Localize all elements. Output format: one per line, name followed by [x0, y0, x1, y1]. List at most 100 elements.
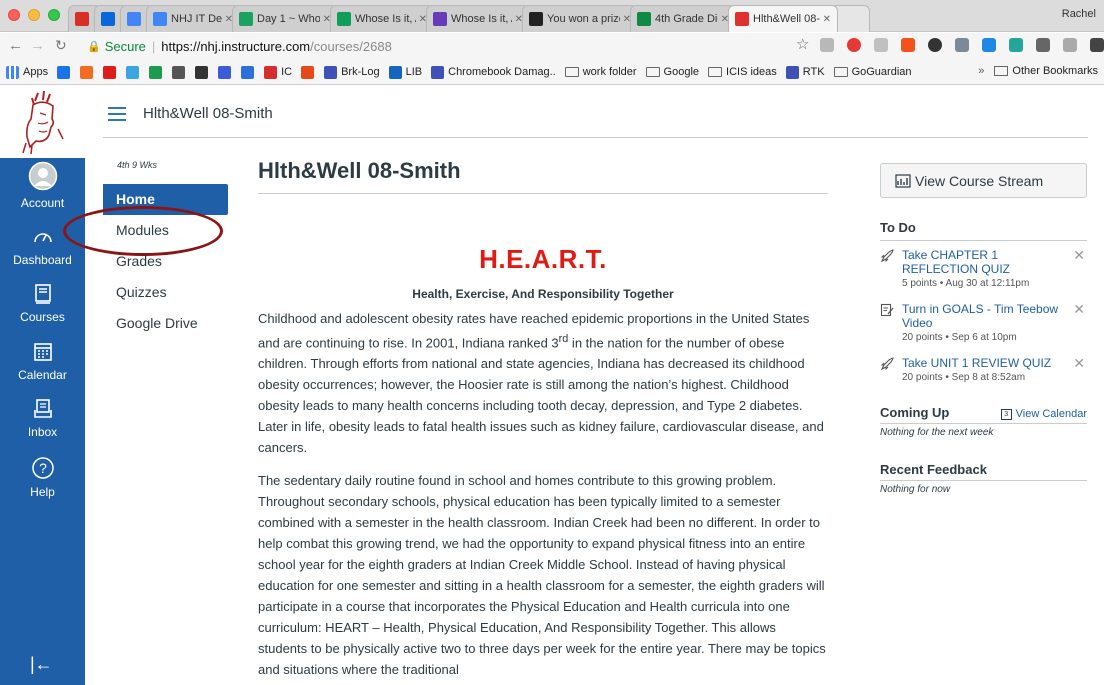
dashboard-icon: [0, 226, 85, 251]
recent-feedback-heading: Recent Feedback: [880, 462, 1087, 481]
superscript: rd: [558, 333, 569, 345]
bookmark-item[interactable]: work folder: [564, 66, 637, 78]
todo-link[interactable]: Take UNIT 1 REVIEW QUIZ: [902, 356, 1062, 370]
rocket-icon: [880, 249, 894, 263]
bookmark-item[interactable]: [80, 65, 97, 79]
extension-icon[interactable]: [1009, 38, 1023, 52]
back-button[interactable]: ←: [8, 37, 23, 54]
view-course-stream-button[interactable]: View Course Stream: [880, 163, 1087, 198]
right-sidebar: View Course Stream To Do Take CHAPTER 1 …: [880, 163, 1087, 495]
browser-tab[interactable]: Whose Is it, An✕: [330, 5, 434, 32]
hamburger-menu-icon[interactable]: [108, 107, 126, 121]
todo-link[interactable]: Take CHAPTER 1 REFLECTION QUIZ: [902, 248, 1062, 276]
close-tab-icon[interactable]: ✕: [823, 14, 831, 25]
main-content: Hlth&Well 08-Smith H.E.A.R.T. Health, Ex…: [258, 158, 828, 680]
todo-meta: 5 points • Aug 30 at 12:11pm: [902, 278, 1030, 289]
course-nav-home[interactable]: Home: [103, 184, 228, 215]
school-logo[interactable]: [0, 86, 85, 158]
browser-tab[interactable]: Day 1 ~ Whose✕: [232, 5, 338, 32]
extension-icon[interactable]: [847, 38, 861, 52]
dismiss-todo-icon[interactable]: ✕: [1073, 355, 1085, 372]
inbox-icon: [0, 398, 85, 423]
bookmark-star-icon[interactable]: ☆: [796, 35, 809, 53]
window-minimize-button[interactable]: [28, 9, 40, 21]
global-nav-calendar[interactable]: Calendar: [0, 341, 85, 382]
browser-tab[interactable]: Hlth&Well 08-S✕: [728, 5, 838, 32]
bookmark-item[interactable]: [218, 65, 235, 79]
bookmark-item[interactable]: RTK: [785, 65, 825, 79]
dismiss-todo-icon[interactable]: ✕: [1073, 301, 1085, 318]
view-calendar-link[interactable]: 3 View Calendar: [1000, 408, 1087, 420]
bookmark-item[interactable]: Apps: [6, 65, 49, 79]
bookmark-item[interactable]: Google: [645, 66, 699, 78]
profile-name[interactable]: Rachel: [1062, 8, 1096, 20]
course-nav-quizzes[interactable]: Quizzes: [103, 277, 228, 308]
bookmark-item[interactable]: [301, 65, 318, 79]
bookmark-item[interactable]: [126, 65, 143, 79]
global-nav-help[interactable]: ? Help: [0, 456, 85, 499]
extension-icon[interactable]: [820, 38, 834, 52]
window-maximize-button[interactable]: [48, 9, 60, 21]
todo-heading: To Do: [880, 220, 1087, 241]
extension-icon[interactable]: [1063, 38, 1077, 52]
bookmark-item[interactable]: Brk-Log: [324, 65, 380, 79]
todo-link[interactable]: Turn in GOALS - Tim Teebow Video: [902, 302, 1062, 330]
extension-icon[interactable]: [1090, 38, 1104, 52]
other-bookmarks[interactable]: » Other Bookmarks: [978, 65, 1098, 77]
bookmark-item[interactable]: ICIS ideas: [708, 66, 777, 78]
breadcrumb[interactable]: Hlth&Well 08-Smith: [143, 105, 273, 122]
extension-icon[interactable]: [955, 38, 969, 52]
account-icon: [0, 161, 85, 194]
address-bar[interactable]: 🔒 Secure | https://nhj.instructure.com/c…: [87, 36, 818, 57]
browser-tab[interactable]: NHJ IT Departm✕: [146, 5, 240, 32]
browser-tab[interactable]: 4th Grade Digi✕: [630, 5, 736, 32]
collapse-nav-icon[interactable]: |←: [30, 654, 53, 675]
global-nav-inbox[interactable]: Inbox: [0, 398, 85, 439]
bookmark-item[interactable]: [57, 65, 74, 79]
svg-text:?: ?: [39, 460, 47, 476]
global-nav-label: Inbox: [27, 425, 58, 439]
course-nav-grades[interactable]: Grades: [103, 246, 228, 277]
course-navigation: 4th 9 Wks Home Modules Grades Quizzes Google…: [103, 158, 228, 339]
recent-feedback-empty: Nothing for now: [880, 484, 951, 495]
docs-icon: [153, 12, 167, 26]
bookmark-item[interactable]: [195, 65, 212, 79]
extension-icon[interactable]: [928, 38, 942, 52]
rocket-icon: [880, 357, 894, 371]
extension-icon[interactable]: [1036, 38, 1050, 52]
bookmark-item[interactable]: GoGuardian: [833, 66, 912, 78]
extension-icon[interactable]: [982, 38, 996, 52]
bookmark-favicon-icon: [172, 65, 186, 79]
global-nav-label: Help: [30, 485, 55, 499]
course-nav-modules[interactable]: Modules: [103, 215, 228, 246]
extension-icon[interactable]: [901, 38, 915, 52]
bookmark-item[interactable]: Chromebook Damag..: [431, 65, 556, 79]
bookmark-item[interactable]: [241, 65, 258, 79]
global-nav-dashboard[interactable]: Dashboard: [0, 226, 85, 267]
browser-tab[interactable]: Whose Is it, An✕: [426, 5, 530, 32]
courses-icon: [0, 283, 85, 308]
intro-paragraph: Childhood and adolescent obesity rates h…: [258, 308, 828, 458]
forward-button[interactable]: →: [30, 37, 45, 54]
window-close-button[interactable]: [8, 9, 20, 21]
extension-icon[interactable]: [874, 38, 888, 52]
browser-tab[interactable]: You won a prize ✕: [522, 5, 638, 32]
global-nav-label: Account: [20, 196, 65, 210]
global-nav-account[interactable]: Account: [0, 161, 85, 210]
bookmark-label: Apps: [23, 66, 49, 78]
bookmark-item[interactable]: [172, 65, 189, 79]
course-nav-google-drive[interactable]: Google Drive: [103, 308, 228, 339]
stream-button-label: View Course Stream: [915, 172, 1044, 189]
bookmark-favicon-icon: [785, 65, 799, 79]
bookmark-item[interactable]: IC: [264, 65, 292, 79]
bookmark-item[interactable]: LIB: [388, 65, 422, 79]
global-nav-courses[interactable]: Courses: [0, 283, 85, 324]
reload-button[interactable]: ↻: [55, 37, 67, 54]
bookmark-item[interactable]: [103, 65, 120, 79]
dismiss-todo-icon[interactable]: ✕: [1073, 247, 1085, 264]
heart-subheading: Health, Exercise, And Responsibility Tog…: [412, 287, 674, 301]
global-nav-label: Calendar: [18, 368, 67, 382]
d-icon: [529, 12, 543, 26]
more-bookmarks-chevron[interactable]: »: [978, 65, 984, 77]
bookmark-item[interactable]: [149, 65, 166, 79]
